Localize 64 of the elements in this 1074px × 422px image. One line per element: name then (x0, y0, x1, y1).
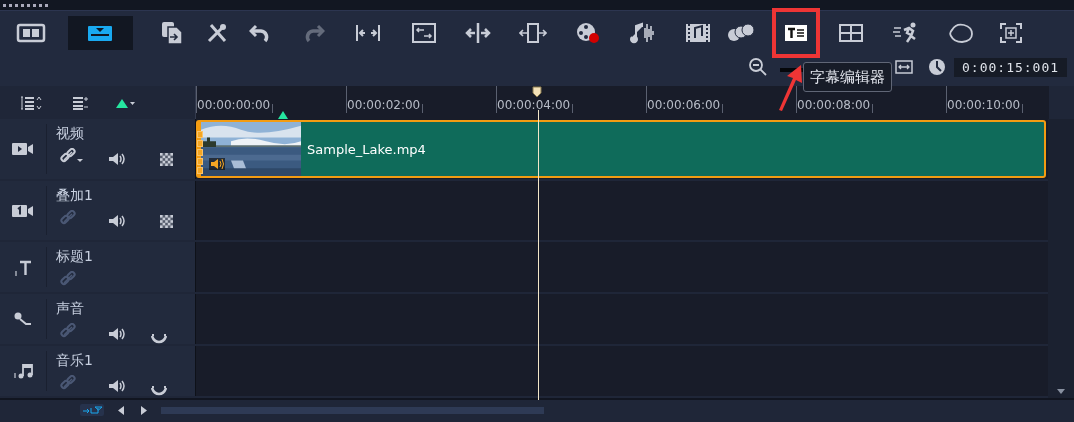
lasso-icon (948, 22, 974, 44)
add-track-icon[interactable] (72, 95, 90, 110)
redo-icon (303, 23, 325, 43)
marker-triangle-icon[interactable] (278, 111, 288, 119)
track-name: 音乐1 (56, 352, 94, 370)
fit-width-icon[interactable] (895, 60, 913, 74)
time-label: 00:00:06:00 (647, 98, 721, 112)
speaker-icon[interactable] (108, 152, 126, 166)
checkerboard-icon[interactable] (160, 153, 173, 166)
time-ruler[interactable]: 00:00:00:00 00:00:02:00 00:00:04:00 00:00:06:00 00:00:08:00 00:00:10:00 (195, 86, 1049, 119)
time-label: 00:00:04:00 (497, 98, 571, 112)
checkerboard-icon[interactable] (160, 215, 173, 228)
title-text-icon (13, 258, 33, 276)
timeline-icon (87, 23, 113, 43)
playhead-marker[interactable] (532, 86, 542, 98)
resize-icon (411, 22, 437, 44)
video-camera-icon (12, 203, 34, 218)
copy-icon (161, 21, 183, 45)
curve-icon[interactable] (151, 334, 167, 344)
track-name: 标题1 (56, 248, 94, 266)
timecode-display[interactable]: 0:00:15:001 (954, 57, 1068, 77)
clip-title: Sample_Lake.mp4 (307, 141, 426, 157)
curve-icon[interactable] (151, 386, 167, 396)
speaker-icon[interactable] (108, 214, 126, 228)
horizontal-scrollbar[interactable] (161, 406, 544, 414)
subtitle-icon (784, 23, 808, 43)
time-label: 00:00:00:00 (197, 98, 271, 112)
scroll-left-icon[interactable] (118, 405, 124, 415)
vertical-scrollbar[interactable] (1048, 119, 1074, 398)
track-name: 声音 (56, 300, 85, 318)
music-note-icon (12, 363, 34, 379)
audio-wave-icon (630, 22, 656, 44)
link-icon[interactable] (60, 148, 84, 164)
time-label: 00:00:02:00 (347, 98, 421, 112)
track-name: 视频 (56, 125, 85, 143)
microphone-icon (13, 312, 33, 326)
time-label: 00:00:08:00 (797, 98, 871, 112)
clip-trim-handle[interactable] (197, 131, 203, 174)
track-name: 叠加1 (56, 187, 94, 205)
undo-icon (249, 23, 271, 43)
track-action-icon[interactable] (80, 404, 104, 416)
film-reel-icon (576, 22, 600, 44)
tools-icon (206, 22, 228, 44)
music-film-icon (685, 22, 711, 44)
crosshair-frame-icon (999, 22, 1023, 44)
scroll-down-icon[interactable] (1057, 389, 1065, 394)
track-manager-icon[interactable] (20, 95, 42, 110)
insert-icon (519, 22, 547, 44)
time-label: 00:00:10:00 (947, 98, 1021, 112)
circles-icon (727, 23, 755, 43)
video-camera-icon (12, 142, 34, 156)
speaker-icon[interactable] (108, 379, 126, 393)
tooltip: 字幕编辑器 (803, 62, 892, 92)
video-clip[interactable]: Sample_Lake.mp4 (196, 120, 1046, 178)
scroll-right-icon[interactable] (141, 405, 147, 415)
fit-icon (355, 23, 381, 43)
speaker-icon[interactable] (108, 327, 126, 341)
speaker-icon (209, 158, 225, 170)
filmstrip-icon (16, 23, 46, 43)
grid-icon (838, 23, 864, 43)
timeline-button[interactable] (67, 16, 133, 50)
split-icon (465, 22, 491, 44)
clock-icon[interactable] (928, 58, 946, 76)
zoom-out-icon[interactable] (748, 57, 768, 77)
